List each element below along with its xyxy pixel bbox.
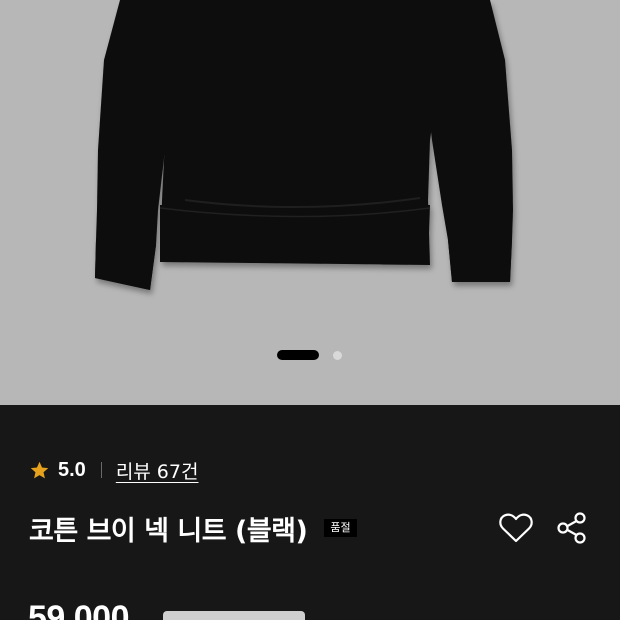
heart-icon [499, 513, 533, 543]
pagination-dot-active[interactable] [277, 350, 319, 360]
coupon-chip[interactable] [163, 611, 305, 620]
pagination-dot[interactable] [333, 351, 342, 360]
gallery-pagination [0, 349, 620, 361]
product-info: 5.0 리뷰 67건 코튼 브이 넥 니트 (블랙) 품절 59,000 [0, 405, 620, 620]
rating-row: 5.0 리뷰 67건 [29, 456, 198, 484]
divider [100, 462, 102, 478]
title-row: 코튼 브이 넥 니트 (블랙) 품절 [29, 508, 357, 548]
review-count-link[interactable]: 리뷰 67건 [116, 457, 199, 484]
share-button[interactable] [552, 508, 592, 548]
product-price: 59,000 [28, 599, 130, 620]
product-title: 코튼 브이 넥 니트 (블랙) [29, 515, 308, 547]
star-icon [30, 461, 49, 478]
product-image-gallery[interactable] [0, 0, 620, 405]
wishlist-button[interactable] [496, 508, 536, 548]
status-badge: 품절 [324, 519, 357, 537]
product-image-sweater [95, 0, 513, 290]
share-icon [557, 512, 586, 544]
rating-value: 5.0 [58, 458, 86, 481]
